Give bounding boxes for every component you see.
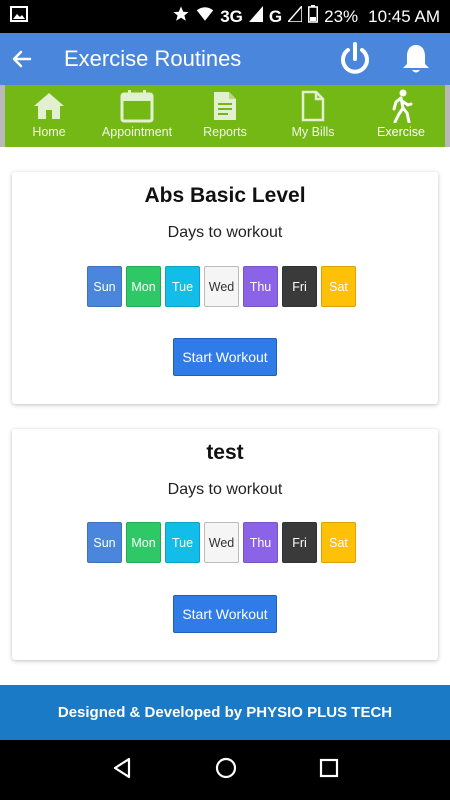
start-workout-button[interactable]: Start Workout xyxy=(173,338,277,376)
network-type-label: 3G xyxy=(220,6,243,26)
footer-credit: Designed & Developed by PHYSIO PLUS TECH xyxy=(0,685,450,740)
tab-appointment[interactable]: Appointment xyxy=(93,85,181,147)
start-workout-button[interactable]: Start Workout xyxy=(173,595,277,633)
day-sun[interactable]: Sun xyxy=(87,266,122,307)
tab-label: Reports xyxy=(203,125,247,139)
bill-icon xyxy=(300,89,326,123)
wifi-icon xyxy=(196,6,214,27)
day-selector: Sun Mon Tue Wed Thu Fri Sat xyxy=(87,266,356,307)
nav-recents-button[interactable] xyxy=(318,757,340,784)
routine-title: Abs Basic Level xyxy=(144,184,306,207)
logout-button[interactable] xyxy=(335,39,375,79)
tab-bar: Home Appointment Reports My Bills Exerci… xyxy=(0,85,450,147)
battery-icon xyxy=(308,5,319,28)
signal-icon xyxy=(248,6,263,27)
tab-label: My Bills xyxy=(291,125,335,139)
app-bar: Exercise Routines xyxy=(0,33,450,85)
day-sat[interactable]: Sat xyxy=(321,522,356,563)
signal-icon-2 xyxy=(286,4,303,27)
days-label: Days to workout xyxy=(167,481,283,498)
report-icon xyxy=(212,89,238,123)
day-tue[interactable]: Tue xyxy=(165,266,200,307)
day-thu[interactable]: Thu xyxy=(243,266,278,307)
routine-title: test xyxy=(206,441,244,464)
notifications-button[interactable] xyxy=(396,39,436,79)
day-sat[interactable]: Sat xyxy=(321,266,356,307)
routine-list: Abs Basic Level Days to workout Sun Mon … xyxy=(0,147,450,685)
day-selector: Sun Mon Tue Wed Thu Fri Sat xyxy=(87,522,356,563)
power-icon xyxy=(341,42,369,74)
network-type-label-2: G xyxy=(268,6,283,26)
day-fri[interactable]: Fri xyxy=(282,266,317,307)
square-recents-icon xyxy=(319,758,339,777)
calendar-icon xyxy=(119,89,155,123)
days-label: Days to workout xyxy=(167,224,283,241)
triangle-back-icon xyxy=(113,757,131,778)
star-icon xyxy=(172,5,190,28)
status-bar: 3G G 23% 10:45 AM xyxy=(0,0,450,33)
home-icon xyxy=(32,89,66,123)
page-title: Exercise Routines xyxy=(64,46,242,71)
nav-home-button[interactable] xyxy=(214,756,238,785)
day-tue[interactable]: Tue xyxy=(165,522,200,563)
back-button[interactable] xyxy=(2,33,42,85)
tab-home[interactable]: Home xyxy=(5,85,93,147)
tab-label: Home xyxy=(32,125,66,139)
arrow-left-icon xyxy=(12,50,32,68)
tab-label: Appointment xyxy=(101,125,173,139)
tab-my-bills[interactable]: My Bills xyxy=(269,85,357,147)
gallery-notification-icon xyxy=(10,6,28,27)
tab-label: Exercise xyxy=(377,125,425,139)
routine-card: test Days to workout Sun Mon Tue Wed Thu… xyxy=(12,429,438,660)
bell-icon xyxy=(403,45,429,73)
day-wed[interactable]: Wed xyxy=(204,522,239,563)
routine-card: Abs Basic Level Days to workout Sun Mon … xyxy=(12,172,438,404)
nav-back-button[interactable] xyxy=(110,756,134,785)
day-mon[interactable]: Mon xyxy=(126,266,161,307)
walking-icon xyxy=(387,89,415,123)
system-nav-bar xyxy=(0,740,450,800)
battery-percent: 23% xyxy=(324,6,359,26)
day-thu[interactable]: Thu xyxy=(243,522,278,563)
tab-exercise[interactable]: Exercise xyxy=(357,85,445,147)
circle-home-icon xyxy=(215,757,237,778)
day-wed[interactable]: Wed xyxy=(204,266,239,307)
clock: 10:45 AM xyxy=(368,6,440,26)
day-sun[interactable]: Sun xyxy=(87,522,122,563)
day-fri[interactable]: Fri xyxy=(282,522,317,563)
tab-reports[interactable]: Reports xyxy=(181,85,269,147)
day-mon[interactable]: Mon xyxy=(126,522,161,563)
